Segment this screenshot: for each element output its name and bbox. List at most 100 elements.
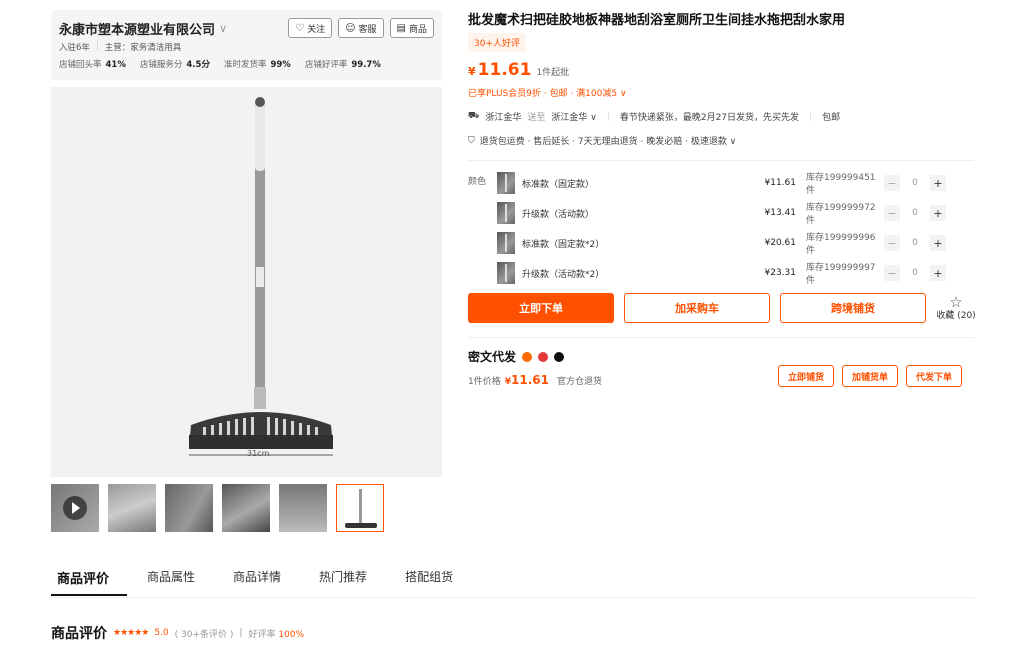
image-size-caption: 31cm [247, 449, 270, 458]
variant-row: 升级款（活动款*2） ¥23.31 库存199999997件 − 0 + [497, 258, 967, 288]
variant-list: 标准款（固定款） ¥11.61 库存199999451件 − 0 + 升级款（活… [497, 168, 967, 288]
variant-thumbnail[interactable] [497, 202, 515, 224]
favorite-button[interactable]: ☆ 收藏 (20) [936, 294, 976, 322]
chevron-down-icon: ∨ [219, 21, 228, 35]
review-score: 5.0 [154, 628, 169, 638]
shop-years: 入驻6年 [59, 43, 90, 53]
tab-attributes[interactable]: 商品属性 [141, 560, 213, 597]
color-label: 颜色 [468, 177, 487, 187]
good-rate: 好评率 100% [248, 629, 305, 640]
decrease-button[interactable]: − [884, 235, 900, 251]
variant-thumbnail[interactable] [497, 262, 515, 284]
decrease-button[interactable]: − [884, 205, 900, 221]
rating-stars-icon: ★★★★★ [113, 628, 149, 638]
review-count: ( 30+条评价 ) [174, 629, 234, 640]
quantity-stepper: − 0 + [884, 205, 946, 221]
variant-name: 标准款（固定款*2） [522, 239, 605, 250]
shop-name[interactable]: 永康市塑本源塑业有限公司 ∨ [59, 19, 227, 38]
chat-icon: ☺ [345, 22, 356, 34]
variant-price: ¥23.31 [764, 268, 797, 278]
dropship-price: ¥11.61 [504, 373, 549, 387]
review-title: 商品评价 [51, 626, 107, 642]
dropship-title: 密文代发 [468, 350, 517, 364]
promo-info[interactable]: 已享PLUS会员9折 · 包邮 · 满100减5 ∨ [468, 86, 627, 99]
thumbnail-3[interactable] [165, 484, 213, 532]
mop-illustration [51, 87, 442, 477]
variant-name: 升级款（活动款*2） [522, 269, 605, 280]
variant-thumbnail[interactable] [497, 232, 515, 254]
quantity-stepper: − 0 + [884, 175, 946, 191]
service-row[interactable]: ⛉ 退货包运费 · 售后延长 · 7天无理由退货 · 晚发必赔 · 极速退款 ∨ [468, 134, 736, 148]
variant-stock: 库存199999972件 [806, 203, 876, 226]
quantity-input[interactable]: 0 [900, 238, 930, 248]
list-now-button[interactable]: 立即铺货 [778, 365, 835, 387]
stat-service-score: 店铺服务分 4.5分 [139, 60, 210, 70]
tab-details[interactable]: 商品详情 [227, 560, 299, 597]
star-icon: ☆ [949, 293, 963, 311]
shop-main-category: 主营：家务清洁用具 [104, 43, 182, 53]
increase-button[interactable]: + [930, 235, 946, 251]
main-product-image[interactable]: 31cm [51, 87, 442, 477]
decrease-button[interactable]: − [884, 265, 900, 281]
shipping-row: ⛟ 浙江金华 送至 浙江金华 ∨ | 春节快递紧张，最晚2月27日发货，先买先发… [468, 110, 841, 123]
variant-price: ¥11.61 [764, 178, 797, 188]
customer-service-button[interactable]: ☺ 客服 [338, 18, 384, 38]
price-row: ¥11.61 1件起批 [468, 60, 569, 80]
variant-stock: 库存199999997件 [806, 263, 876, 286]
quantity-input[interactable]: 0 [900, 268, 930, 278]
dropship-buttons: 立即铺货 加铺货单 代发下单 [778, 365, 963, 387]
shipping-notice: 春节快递紧张，最晚2月27日发货，先买先发 [619, 113, 800, 123]
buy-now-button[interactable]: 立即下单 [468, 293, 614, 323]
variant-thumbnail[interactable] [497, 172, 515, 194]
follow-button[interactable]: ♡ 关注 [288, 18, 333, 38]
tab-recommend[interactable]: 热门推荐 [313, 560, 385, 597]
shop-goods-button[interactable]: ▤ 商品 [389, 18, 434, 38]
add-list-button[interactable]: 加铺货单 [842, 365, 899, 387]
dropship-price-row: 1件价格 ¥11.61 官方仓退货 [468, 373, 602, 387]
tab-bundle[interactable]: 搭配组货 [399, 560, 471, 597]
quantity-input[interactable]: 0 [900, 178, 930, 188]
stat-repurchase: 店铺回头率 41% [59, 60, 126, 70]
shield-icon: ⛉ [468, 135, 475, 146]
variant-row: 标准款（固定款*2） ¥20.61 库存199999996件 − 0 + [497, 228, 967, 258]
variant-row: 标准款（固定款） ¥11.61 库存199999451件 − 0 + [497, 168, 967, 198]
variant-price: ¥13.41 [764, 208, 797, 218]
dropship-section: 密文代发 [468, 348, 565, 365]
ship-to-word: 送至 [527, 113, 546, 123]
increase-button[interactable]: + [930, 175, 946, 191]
shop-card: 永康市塑本源塑业有限公司 ∨ ♡ 关注 ☺ 客服 ▤ 商品 入驻6年 | 主营：家务清… [51, 10, 442, 80]
ship-to-select[interactable]: 浙江金华 ∨ [551, 110, 596, 123]
heart-icon: ♡ [295, 22, 305, 34]
store-icon: ▤ [396, 22, 406, 34]
thumbnail-4[interactable] [222, 484, 270, 532]
review-summary: 商品评价 ★★★★★ 5.0 ( 30+条评价 ) | 好评率 100% [51, 623, 304, 643]
increase-button[interactable]: + [930, 265, 946, 281]
variant-stock: 库存199999451件 [806, 173, 876, 196]
increase-button[interactable]: + [930, 205, 946, 221]
product-title: 批发魔术扫把硅胶地板神器地刮浴室厕所卫生间挂水拖把刮水家用 [468, 13, 846, 28]
thumbnail-5[interactable] [279, 484, 327, 532]
decrease-button[interactable]: − [884, 175, 900, 191]
price: ¥11.61 [468, 60, 532, 80]
douyin-icon [554, 351, 565, 362]
stat-good-rate: 店铺好评率 99.7% [304, 60, 381, 70]
stat-ontime: 准时发货率 99% [223, 60, 291, 70]
quantity-input[interactable]: 0 [900, 208, 930, 218]
quantity-stepper: − 0 + [884, 265, 946, 281]
thumbnail-video[interactable] [51, 484, 99, 532]
dropship-warehouse: 官方仓退货 [556, 377, 602, 387]
min-order: 1件起批 [536, 68, 570, 78]
thumbnail-strip [51, 484, 384, 532]
tab-reviews[interactable]: 商品评价 [51, 560, 128, 596]
review-separator: | [239, 628, 243, 638]
thumbnail-2[interactable] [108, 484, 156, 532]
thumbnail-6[interactable] [336, 484, 384, 532]
dropship-order-button[interactable]: 代发下单 [906, 365, 963, 387]
free-shipping: 包邮 [822, 113, 841, 123]
cross-border-button[interactable]: 跨境铺货 [780, 293, 926, 323]
good-review-badge[interactable]: 30+人好评 [468, 33, 526, 52]
variant-stock: 库存199999996件 [806, 233, 876, 256]
add-to-cart-button[interactable]: 加采购车 [624, 293, 770, 323]
variant-price: ¥20.61 [764, 238, 797, 248]
truck-icon: ⛟ [468, 111, 480, 121]
